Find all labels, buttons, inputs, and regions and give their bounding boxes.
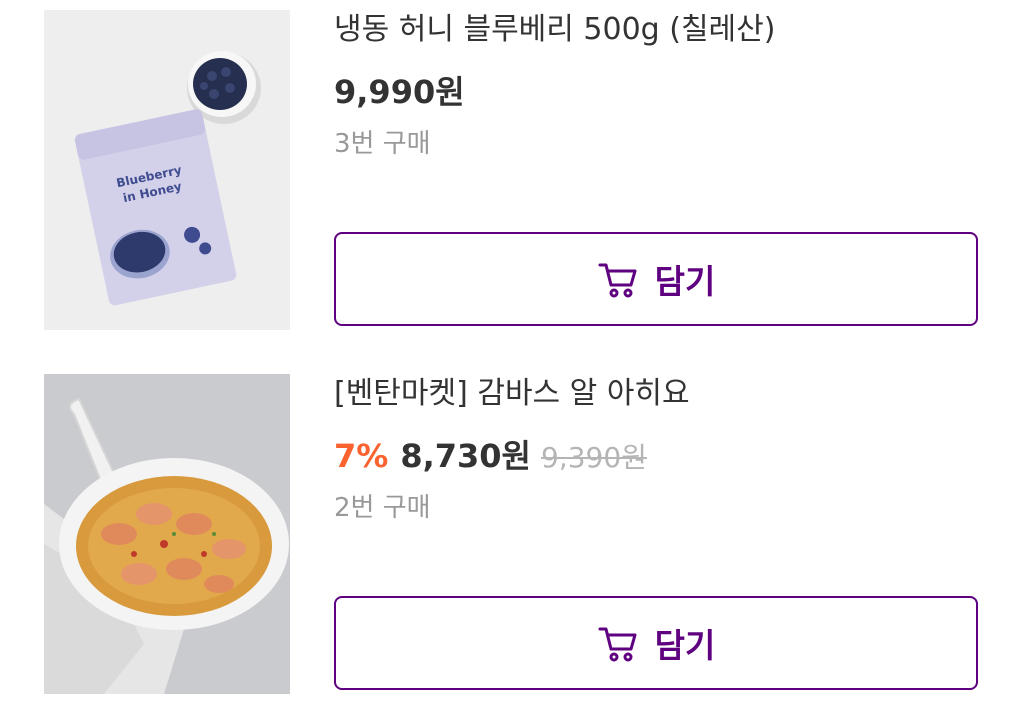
add-to-cart-button[interactable]: 담기 (334, 596, 978, 690)
product-info: 냉동 허니 블루베리 500g (칠레산) 9,990원 3번 구매 (334, 10, 982, 164)
original-price: 9,390원 (541, 441, 647, 474)
cart-button-label: 담기 (654, 626, 716, 665)
price-row: 7% 8,730원 9,390원 (334, 436, 982, 476)
product-info: [벤탄마켓] 감바스 알 아히요 7% 8,730원 9,390원 2번 구매 (334, 374, 982, 528)
discount-rate: 7% (334, 437, 389, 475)
product-price: 8,730원 (400, 437, 531, 475)
cart-button-label: 담기 (654, 262, 716, 301)
purchase-count: 2번 구매 (334, 493, 431, 523)
purchase-count: 3번 구매 (334, 129, 431, 159)
product-image-blueberry[interactable]: Blueberry in Honey (44, 10, 290, 330)
list-item: [벤탄마켓] 감바스 알 아히요 7% 8,730원 9,390원 2번 구매 담기 (0, 364, 1024, 694)
cart-icon (597, 621, 641, 665)
add-to-cart-button[interactable]: 담기 (334, 232, 978, 326)
product-name[interactable]: [벤탄마켓] 감바스 알 아히요 (334, 374, 982, 414)
list-item: Blueberry in Honey 냉동 허니 블루베리 500g (칠레산)… (0, 0, 1024, 330)
price-row: 9,990원 (334, 72, 982, 112)
cart-icon (597, 257, 641, 301)
product-name[interactable]: 냉동 허니 블루베리 500g (칠레산) (334, 10, 982, 50)
product-image-gambas[interactable] (44, 374, 290, 694)
product-list: Blueberry in Honey 냉동 허니 블루베리 500g (칠레산)… (0, 0, 1024, 704)
product-price: 9,990원 (334, 73, 465, 111)
